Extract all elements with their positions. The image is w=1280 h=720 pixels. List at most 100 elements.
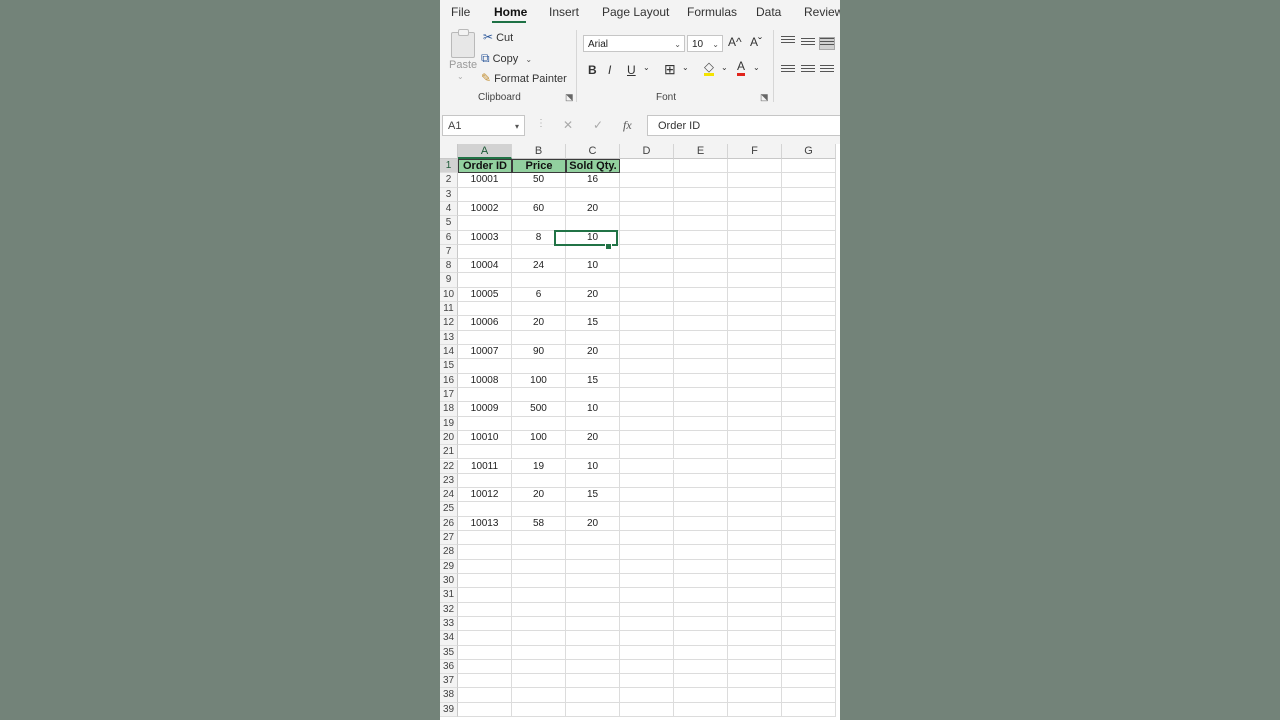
empty-cell[interactable]: [620, 702, 674, 718]
row-header-19[interactable]: 19: [440, 416, 458, 431]
empty-cell[interactable]: [620, 616, 674, 632]
empty-cell[interactable]: [782, 159, 836, 174]
table-cell[interactable]: 60: [512, 201, 566, 217]
chevron-down-icon[interactable]: ⌄: [753, 63, 760, 72]
empty-cell[interactable]: [512, 330, 566, 346]
empty-cell[interactable]: [458, 688, 512, 703]
row-header-2[interactable]: 2: [440, 173, 458, 188]
empty-cell[interactable]: [566, 187, 620, 202]
empty-cell[interactable]: [728, 230, 782, 245]
empty-cell[interactable]: [782, 316, 836, 331]
align-bottom-icon[interactable]: [819, 37, 835, 50]
column-header-d[interactable]: D: [620, 144, 674, 159]
row-header-39[interactable]: 39: [440, 702, 458, 718]
empty-cell[interactable]: [512, 559, 566, 574]
empty-cell[interactable]: [458, 187, 512, 202]
empty-cell[interactable]: [566, 559, 620, 574]
row-header-8[interactable]: 8: [440, 259, 458, 274]
row-header-9[interactable]: 9: [440, 273, 458, 288]
empty-cell[interactable]: [620, 159, 674, 174]
empty-cell[interactable]: [674, 316, 728, 331]
empty-cell[interactable]: [674, 416, 728, 431]
empty-cell[interactable]: [620, 573, 674, 589]
empty-cell[interactable]: [782, 359, 836, 374]
row-header-23[interactable]: 23: [440, 473, 458, 489]
empty-cell[interactable]: [458, 674, 512, 689]
empty-cell[interactable]: [728, 702, 782, 718]
empty-cell[interactable]: [728, 516, 782, 532]
table-cell[interactable]: 20: [566, 430, 620, 446]
column-header-g[interactable]: G: [782, 144, 836, 159]
empty-cell[interactable]: [728, 502, 782, 517]
empty-cell[interactable]: [728, 416, 782, 431]
empty-cell[interactable]: [620, 559, 674, 574]
empty-cell[interactable]: [674, 616, 728, 632]
empty-cell[interactable]: [674, 345, 728, 360]
empty-cell[interactable]: [458, 588, 512, 603]
column-header-f[interactable]: F: [728, 144, 782, 159]
empty-cell[interactable]: [566, 416, 620, 431]
empty-cell[interactable]: [620, 659, 674, 675]
font-launcher-icon[interactable]: ⬔: [760, 92, 769, 103]
empty-cell[interactable]: [566, 659, 620, 675]
empty-cell[interactable]: [674, 259, 728, 274]
empty-cell[interactable]: [782, 531, 836, 546]
table-cell[interactable]: 58: [512, 516, 566, 532]
table-cell[interactable]: 20: [566, 201, 620, 217]
empty-cell[interactable]: [728, 259, 782, 274]
empty-cell[interactable]: [512, 216, 566, 231]
empty-cell[interactable]: [674, 173, 728, 188]
empty-cell[interactable]: [566, 645, 620, 660]
empty-cell[interactable]: [782, 330, 836, 346]
empty-cell[interactable]: [512, 616, 566, 632]
empty-cell[interactable]: [620, 545, 674, 560]
empty-cell[interactable]: [566, 616, 620, 632]
empty-cell[interactable]: [674, 659, 728, 675]
empty-cell[interactable]: [620, 602, 674, 617]
empty-cell[interactable]: [674, 531, 728, 546]
table-cell[interactable]: 10003: [458, 230, 512, 245]
column-header-a[interactable]: A: [458, 144, 512, 159]
empty-cell[interactable]: [566, 330, 620, 346]
empty-cell[interactable]: [512, 702, 566, 718]
empty-cell[interactable]: [782, 588, 836, 603]
empty-cell[interactable]: [620, 187, 674, 202]
formula-input[interactable]: Order ID: [647, 115, 840, 136]
empty-cell[interactable]: [728, 545, 782, 560]
empty-cell[interactable]: [782, 674, 836, 689]
empty-cell[interactable]: [620, 516, 674, 532]
empty-cell[interactable]: [728, 488, 782, 503]
empty-cell[interactable]: [782, 259, 836, 274]
empty-cell[interactable]: [728, 659, 782, 675]
empty-cell[interactable]: [728, 674, 782, 689]
empty-cell[interactable]: [782, 702, 836, 718]
empty-cell[interactable]: [458, 502, 512, 517]
empty-cell[interactable]: [674, 516, 728, 532]
empty-cell[interactable]: [782, 616, 836, 632]
empty-cell[interactable]: [620, 330, 674, 346]
empty-cell[interactable]: [620, 359, 674, 374]
empty-cell[interactable]: [458, 445, 512, 460]
row-header-24[interactable]: 24: [440, 488, 458, 503]
table-cell[interactable]: 10011: [458, 459, 512, 474]
empty-cell[interactable]: [458, 302, 512, 317]
empty-cell[interactable]: [458, 573, 512, 589]
tab-insert[interactable]: Insert: [549, 5, 579, 19]
empty-cell[interactable]: [782, 488, 836, 503]
row-header-29[interactable]: 29: [440, 559, 458, 574]
empty-cell[interactable]: [674, 573, 728, 589]
column-header-c[interactable]: C: [566, 144, 620, 159]
empty-cell[interactable]: [728, 302, 782, 317]
empty-cell[interactable]: [512, 359, 566, 374]
table-cell[interactable]: 10009: [458, 402, 512, 417]
empty-cell[interactable]: [458, 631, 512, 646]
empty-cell[interactable]: [512, 502, 566, 517]
cancel-icon[interactable]: ✕: [563, 118, 573, 132]
row-header-26[interactable]: 26: [440, 516, 458, 532]
empty-cell[interactable]: [458, 602, 512, 617]
empty-cell[interactable]: [782, 459, 836, 474]
empty-cell[interactable]: [458, 330, 512, 346]
empty-cell[interactable]: [782, 287, 836, 303]
empty-cell[interactable]: [512, 674, 566, 689]
empty-cell[interactable]: [566, 531, 620, 546]
